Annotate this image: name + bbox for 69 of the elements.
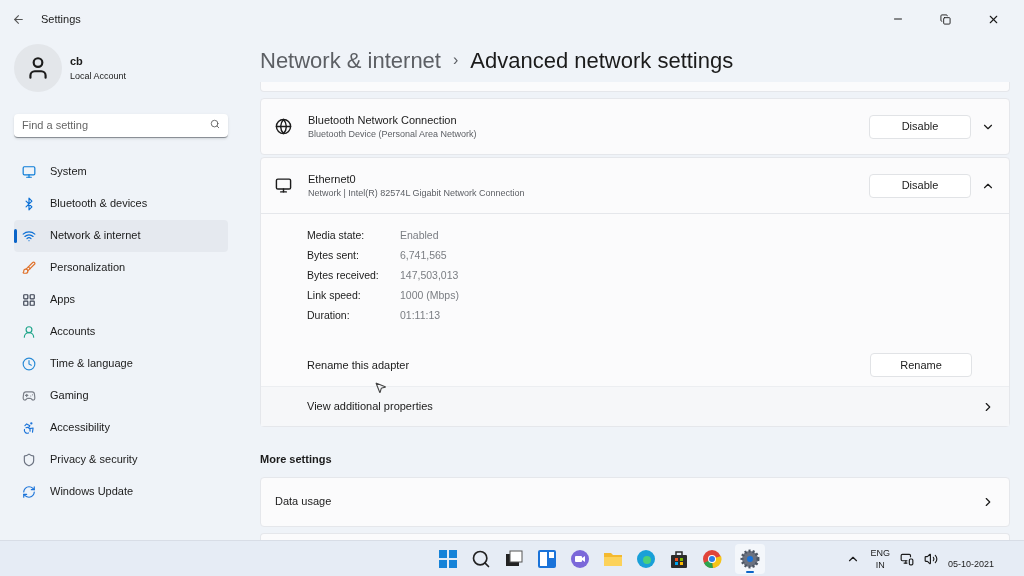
- detail-value: 01:11:13: [400, 308, 441, 324]
- disable-button[interactable]: Disable: [869, 114, 971, 139]
- sidebar-item[interactable]: Privacy & security: [14, 443, 228, 476]
- chat-icon[interactable]: [570, 548, 590, 569]
- adapter-name: Bluetooth Network Connection: [308, 112, 458, 128]
- start-icon[interactable]: [438, 548, 458, 569]
- sidebar-item[interactable]: Windows Update: [14, 475, 228, 508]
- detail-label: Link speed:: [307, 288, 362, 304]
- search-icon[interactable]: [471, 548, 491, 569]
- adapter-description: Network | Intel(R) 82574L Gigabit Network Connection: [308, 187, 525, 200]
- adapter-description: Bluetooth Device (Personal Area Network): [308, 128, 477, 141]
- breadcrumb-separator: ›: [452, 50, 459, 70]
- store-icon[interactable]: [669, 548, 689, 569]
- task-view-icon[interactable]: [504, 548, 524, 569]
- account-name: cb: [70, 54, 84, 69]
- detail-label: Media state:: [307, 228, 366, 244]
- person-icon: [22, 324, 36, 339]
- detail-label: Duration:: [307, 308, 351, 324]
- detail-label: Bytes received:: [307, 268, 380, 284]
- detail-label: Bytes sent:: [307, 248, 360, 264]
- apps-icon: [22, 292, 36, 307]
- language-label[interactable]: ENG: [870, 546, 890, 559]
- disable-button[interactable]: Disable: [869, 173, 971, 198]
- detail-value: 1000 (Mbps): [400, 288, 459, 304]
- window-title: Settings: [41, 11, 81, 27]
- date-label[interactable]: 05-10-2021: [947, 557, 994, 572]
- search-field[interactable]: Find a setting: [14, 113, 228, 138]
- volume-icon[interactable]: [923, 551, 938, 566]
- sidebar-item[interactable]: Time & language: [14, 347, 228, 380]
- sidebar-item[interactable]: Network & internet: [14, 219, 228, 252]
- active-indicator: [746, 570, 754, 573]
- widgets-icon[interactable]: [537, 548, 557, 569]
- settings-row[interactable]: Data usage: [260, 476, 1010, 527]
- breadcrumb-parent[interactable]: Network & internet: [260, 43, 441, 77]
- gamepad-icon: [22, 388, 36, 403]
- section-heading: More settings: [260, 452, 333, 467]
- sidebar-item[interactable]: Bluetooth & devices: [14, 187, 228, 220]
- page-title: Advanced network settings: [470, 46, 734, 75]
- sidebar-item[interactable]: Accessibility: [14, 411, 228, 444]
- clock-icon: [22, 356, 36, 371]
- detail-value: Enabled: [400, 228, 439, 244]
- sidebar-item[interactable]: Apps: [14, 283, 228, 316]
- mouse-cursor-icon: [374, 381, 387, 394]
- update-icon: [22, 484, 36, 499]
- brush-icon: [22, 260, 36, 275]
- monitor-icon: [22, 164, 36, 179]
- accessibility-icon: [22, 420, 36, 435]
- rename-label: Rename this adapter: [307, 357, 410, 373]
- settings-taskbar-button[interactable]: [735, 543, 765, 574]
- gear-icon: [740, 548, 760, 569]
- sidebar-item[interactable]: System: [14, 155, 228, 188]
- account-type: Local Account: [70, 69, 127, 83]
- region-label[interactable]: IN: [875, 558, 885, 571]
- sidebar-item[interactable]: Personalization: [14, 251, 228, 284]
- rename-button[interactable]: Rename: [870, 353, 972, 377]
- adapter-name: Ethernet0: [308, 171, 357, 187]
- globe-icon: [275, 118, 292, 135]
- network-icon[interactable]: [899, 551, 914, 566]
- wifi-icon: [22, 228, 36, 243]
- detail-value: 6,741,565: [400, 248, 447, 264]
- shield-icon: [22, 452, 36, 467]
- chrome-icon[interactable]: [702, 548, 722, 569]
- detail-value: 147,503,013: [400, 268, 459, 284]
- maximize-icon[interactable]: [940, 13, 951, 25]
- selection-indicator: [14, 228, 17, 243]
- back-icon[interactable]: [12, 12, 25, 26]
- sidebar-item[interactable]: Gaming: [14, 379, 228, 412]
- network-monitor-icon: [275, 177, 292, 194]
- sidebar-item[interactable]: Accounts: [14, 315, 228, 348]
